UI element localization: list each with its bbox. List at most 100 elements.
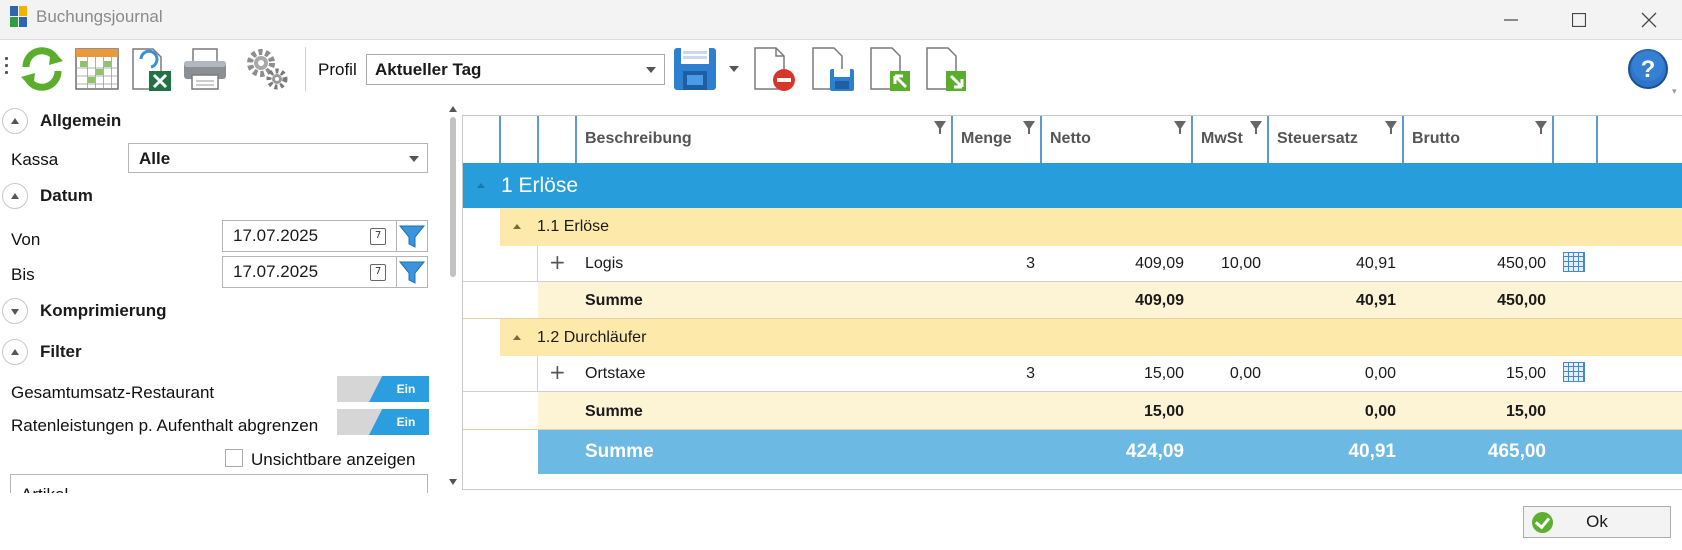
table-row[interactable]: + Logis 3 409,09 10,00 40,91 450,00 (463, 246, 1682, 282)
sum-steuer: 0,00 (1364, 403, 1396, 420)
collapse-icon[interactable] (513, 224, 521, 229)
scroll-up-icon[interactable] (449, 106, 457, 112)
svg-text:?: ? (1641, 56, 1656, 83)
section-title: Filter (40, 342, 82, 361)
scroll-thumb[interactable] (450, 117, 456, 277)
cell-netto: 15,00 (1143, 365, 1184, 382)
filter-panel: Allgemein Kassa Alle Datum Von 17.07.202… (0, 103, 448, 493)
column-label: Beschreibung (585, 130, 692, 147)
funnel-icon (398, 225, 426, 248)
cell-menge: 3 (1026, 365, 1035, 382)
filter-icon[interactable] (1385, 121, 1397, 134)
indent-cell (463, 392, 538, 429)
save-dropdown-arrow[interactable] (729, 66, 739, 72)
subgroup-row[interactable]: 1.2 Durchläufer (463, 319, 1682, 356)
table-row[interactable]: + Ortstaxe 3 15,00 0,00 0,00 15,00 (463, 356, 1682, 392)
bis-date-field[interactable]: 17.07.2025 (222, 256, 397, 288)
toolbar-separator (305, 47, 306, 91)
toggle-state: Ein (369, 376, 429, 402)
sum-netto: 15,00 (1143, 403, 1184, 420)
scroll-down-icon[interactable] (449, 479, 457, 485)
calendar-icon[interactable] (370, 228, 386, 245)
header-steuersatz[interactable]: Steuersatz (1269, 116, 1404, 163)
save-file-icon (812, 47, 854, 91)
header-indent-2 (501, 116, 539, 163)
section-komprimierung[interactable]: Komprimierung (0, 296, 430, 326)
unsichtbare-checkbox[interactable] (225, 449, 243, 467)
header-beschreibung[interactable]: Beschreibung (577, 116, 953, 163)
kassa-dropdown[interactable]: Alle (128, 143, 428, 173)
sum-netto: 409,09 (1135, 292, 1184, 309)
close-icon (1641, 12, 1657, 28)
indent-cell (463, 319, 500, 356)
collapse-icon (2, 183, 28, 209)
bis-label: Bis (11, 265, 35, 284)
print-button[interactable] (181, 45, 229, 93)
header-netto[interactable]: Netto (1042, 116, 1193, 163)
cell-mwst: 10,00 (1220, 255, 1261, 272)
help-button[interactable]: ? (1624, 45, 1672, 93)
app-icon (10, 6, 28, 28)
section-title: Allgemein (40, 111, 122, 130)
collapse-icon (2, 108, 28, 134)
section-allgemein[interactable]: Allgemein (0, 106, 430, 136)
left-panel-scrollbar[interactable] (448, 103, 460, 493)
total-brutto: 465,00 (1487, 441, 1546, 462)
header-menge[interactable]: Menge (953, 116, 1042, 163)
print-icon (184, 48, 226, 90)
refresh-button[interactable] (18, 45, 66, 93)
export-file-button[interactable] (922, 45, 970, 93)
ratenleistungen-toggle[interactable]: Ein (337, 409, 429, 435)
toggle2-label: Ratenleistungen p. Aufenthalt abgrenzen (11, 416, 319, 435)
group-row[interactable]: 1 Erlöse (463, 163, 1682, 208)
expand-plus-icon[interactable]: + (549, 360, 566, 384)
artikel-list[interactable]: Artikel (10, 474, 428, 493)
chevron-down-icon (646, 67, 656, 73)
filter-icon[interactable] (1023, 121, 1035, 134)
toolbar-grip[interactable] (5, 57, 9, 81)
export-excel-button[interactable] (127, 45, 175, 93)
header-mwst[interactable]: MwSt (1193, 116, 1269, 163)
von-filter-button[interactable] (396, 220, 428, 252)
section-title: Datum (40, 186, 93, 205)
expand-plus-icon[interactable]: + (549, 250, 566, 274)
delete-profile-button[interactable] (750, 45, 798, 93)
filter-icon[interactable] (1535, 121, 1547, 134)
calculator-icon[interactable] (1563, 252, 1585, 272)
minimize-button[interactable] (1480, 0, 1542, 40)
profil-dropdown[interactable]: Aktueller Tag (366, 54, 665, 85)
calendar-icon[interactable] (370, 264, 386, 281)
sum-row: Summe 409,09 40,91 450,00 (463, 282, 1682, 319)
settings-button[interactable] (243, 45, 291, 93)
subgroup-row[interactable]: 1.1 Erlöse (463, 208, 1682, 246)
ok-button[interactable]: Ok (1523, 506, 1671, 538)
toggle-state: Ein (369, 409, 429, 435)
calculator-icon[interactable] (1563, 362, 1585, 382)
save-disk-icon (674, 48, 716, 90)
group-title: 1 Erlöse (501, 174, 579, 197)
cell-netto: 409,09 (1135, 255, 1184, 272)
filter-icon[interactable] (934, 121, 946, 134)
save-file-button[interactable] (808, 45, 856, 93)
calendar-grid-button[interactable] (73, 45, 121, 93)
section-datum[interactable]: Datum (0, 181, 430, 211)
toggle1-label: Gesamtumsatz-Restaurant (11, 383, 215, 402)
maximize-button[interactable] (1548, 0, 1610, 40)
von-date-field[interactable]: 17.07.2025 (222, 220, 397, 252)
filter-icon[interactable] (1250, 121, 1262, 134)
close-button[interactable] (1618, 0, 1680, 40)
collapse-icon[interactable] (513, 335, 521, 340)
column-label: Netto (1050, 130, 1091, 147)
toolbar-overflow-icon[interactable]: ▾ (1672, 86, 1677, 97)
header-brutto[interactable]: Brutto (1404, 116, 1554, 163)
filter-icon[interactable] (1174, 121, 1186, 134)
bis-filter-button[interactable] (396, 256, 428, 288)
funnel-icon (398, 261, 426, 284)
grid-header: Beschreibung Menge Netto MwSt Steuersatz… (463, 116, 1682, 163)
header-indent-3 (539, 116, 577, 163)
collapse-icon[interactable] (477, 183, 485, 188)
gesamtumsatz-toggle[interactable]: Ein (337, 376, 429, 402)
import-file-button[interactable] (866, 45, 914, 93)
save-profile-button[interactable] (671, 45, 719, 93)
section-filter[interactable]: Filter (0, 337, 430, 367)
